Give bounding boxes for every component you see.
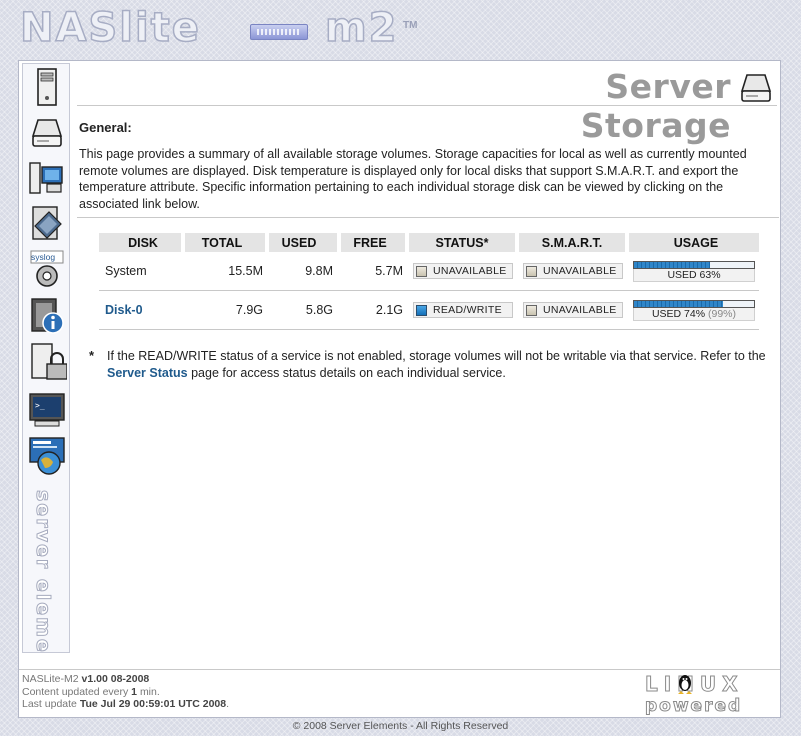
update-prefix: Content updated every	[22, 685, 129, 698]
brand-text: server elements	[32, 490, 54, 652]
trademark-mark: TM	[403, 20, 418, 31]
security-lock-icon	[31, 343, 67, 380]
header-smart: S.M.A.R.T.	[519, 233, 629, 252]
intro-text: This page provides a summary of all avai…	[79, 147, 747, 211]
sidebar-nav: syslog >_ server elements	[22, 63, 70, 653]
disk-used: 9.8M	[269, 252, 341, 291]
page-title: Server Storage	[580, 67, 731, 145]
last-update-line: Last update Tue Jul 29 00:59:01 UTC 2008…	[22, 698, 230, 710]
header-free: FREE	[341, 233, 409, 252]
section-heading: General:	[79, 120, 132, 135]
usage-fill	[634, 300, 723, 307]
usage-bar	[633, 299, 755, 308]
smart-indicator	[526, 265, 537, 277]
syslog-label: syslog	[31, 252, 56, 262]
naslite-logo: NASlite	[19, 5, 201, 51]
badge-bottom-text: powered	[645, 696, 742, 715]
header-used: USED	[269, 233, 341, 252]
version-line: NASLite-M2 v1.00 08-2008	[22, 673, 229, 686]
status-badge: READ/WRITE	[413, 302, 513, 318]
disk-name: System	[99, 252, 185, 291]
note-asterisk: *	[89, 348, 95, 363]
terminal-icon: >_	[29, 393, 65, 427]
table-header-row: DISK TOTAL USED FREE STATUS* S.M.A.R.T. …	[99, 233, 759, 252]
disk-link[interactable]: Disk-0	[105, 303, 143, 317]
m2-logo: m2	[324, 5, 399, 51]
smart-badge: UNAVAILABLE	[523, 302, 623, 318]
version: v1.00 08-2008	[81, 673, 150, 685]
svg-text:>_: >_	[35, 401, 45, 410]
status-indicator	[416, 265, 427, 277]
update-suffix: min.	[139, 685, 160, 698]
server-info-icon	[31, 298, 64, 334]
sidebar-item-web[interactable]	[26, 436, 68, 476]
copyright: © 2008 Server Elements - All Rights Rese…	[292, 720, 509, 732]
header-status: STATUS*	[409, 233, 519, 252]
disk-free: 2.1G	[341, 291, 409, 330]
header: NASlite m2 TM	[0, 0, 801, 56]
usage-bar	[633, 260, 755, 269]
server-status-link[interactable]: Server Status	[107, 366, 188, 380]
status-text: UNAVAILABLE	[433, 265, 507, 277]
status-badge: UNAVAILABLE	[413, 263, 513, 279]
file-transfer-icon	[32, 206, 62, 240]
badge-top-text: LINUX	[645, 672, 744, 696]
update-interval-line: Content updated every 1 min.	[22, 686, 229, 699]
update-interval: 1	[131, 685, 138, 698]
product-name: NASLite-M2	[22, 673, 79, 685]
header-total: TOTAL	[185, 233, 269, 252]
disk-total: 7.9G	[185, 291, 269, 330]
sidebar-item-terminal[interactable]: >_	[26, 390, 68, 430]
disk-total: 15.5M	[185, 252, 269, 291]
smart-text: UNAVAILABLE	[543, 265, 617, 277]
footer-info: NASLite-M2 v1.00 08-2008 Content updated…	[22, 673, 229, 711]
network-computers-icon	[29, 162, 63, 194]
table-row: System 15.5M 9.8M 5.7M UNAVAILABLE UNAVA…	[99, 252, 759, 291]
usage-percent: USED 63%	[667, 268, 721, 281]
intro-divider	[77, 217, 779, 218]
header-disk: DISK	[99, 233, 185, 252]
smart-badge: UNAVAILABLE	[523, 263, 623, 279]
footer-divider	[19, 669, 780, 670]
hard-disk-icon	[31, 119, 63, 147]
web-globe-icon	[29, 437, 65, 475]
usage-label: USED 63%	[633, 268, 755, 282]
disk-free: 5.7M	[341, 252, 409, 291]
disk-used: 5.8G	[269, 291, 341, 330]
table-row: Disk-0 7.9G 5.8G 2.1G READ/WRITE UNAVAIL…	[99, 291, 759, 330]
status-note: If the READ/WRITE status of a service is…	[107, 348, 777, 381]
sidebar-item-transfer[interactable]	[26, 204, 68, 244]
smart-text: UNAVAILABLE	[543, 304, 617, 316]
hard-disk-icon	[740, 74, 772, 102]
sidebar-item-storage[interactable]	[26, 112, 68, 152]
sidebar-item-security[interactable]	[26, 342, 68, 382]
status-text: READ/WRITE	[433, 304, 502, 316]
sidebar-item-info[interactable]	[26, 296, 68, 336]
linux-powered-badge: LINUX powered	[645, 672, 744, 716]
title-divider	[77, 105, 777, 106]
note-text-before: If the READ/WRITE status of a service is…	[107, 349, 766, 363]
main-panel: syslog >_ server elements Server Storage…	[18, 60, 781, 718]
storage-table: DISK TOTAL USED FREE STATUS* S.M.A.R.T. …	[99, 233, 759, 330]
note-text-after: page for access status details on each i…	[187, 365, 506, 380]
sidebar-item-server[interactable]	[26, 67, 68, 107]
smart-indicator	[526, 304, 537, 316]
usage-label: USED 74% (99%)	[633, 307, 755, 321]
header-usage: USAGE	[629, 233, 759, 252]
usage-extra: (99%)	[708, 307, 737, 320]
server-tower-icon	[37, 68, 57, 106]
last-update-time: Tue Jul 29 00:59:01 UTC 2008	[79, 698, 227, 710]
logo-badge	[250, 24, 308, 40]
status-indicator	[416, 304, 427, 316]
usage-percent: USED 74%	[651, 307, 706, 320]
server-elements-brand: server elements	[32, 490, 55, 653]
last-update-label: Last update	[22, 698, 77, 710]
usage-fill	[634, 261, 710, 268]
sidebar-item-network[interactable]	[26, 157, 68, 197]
